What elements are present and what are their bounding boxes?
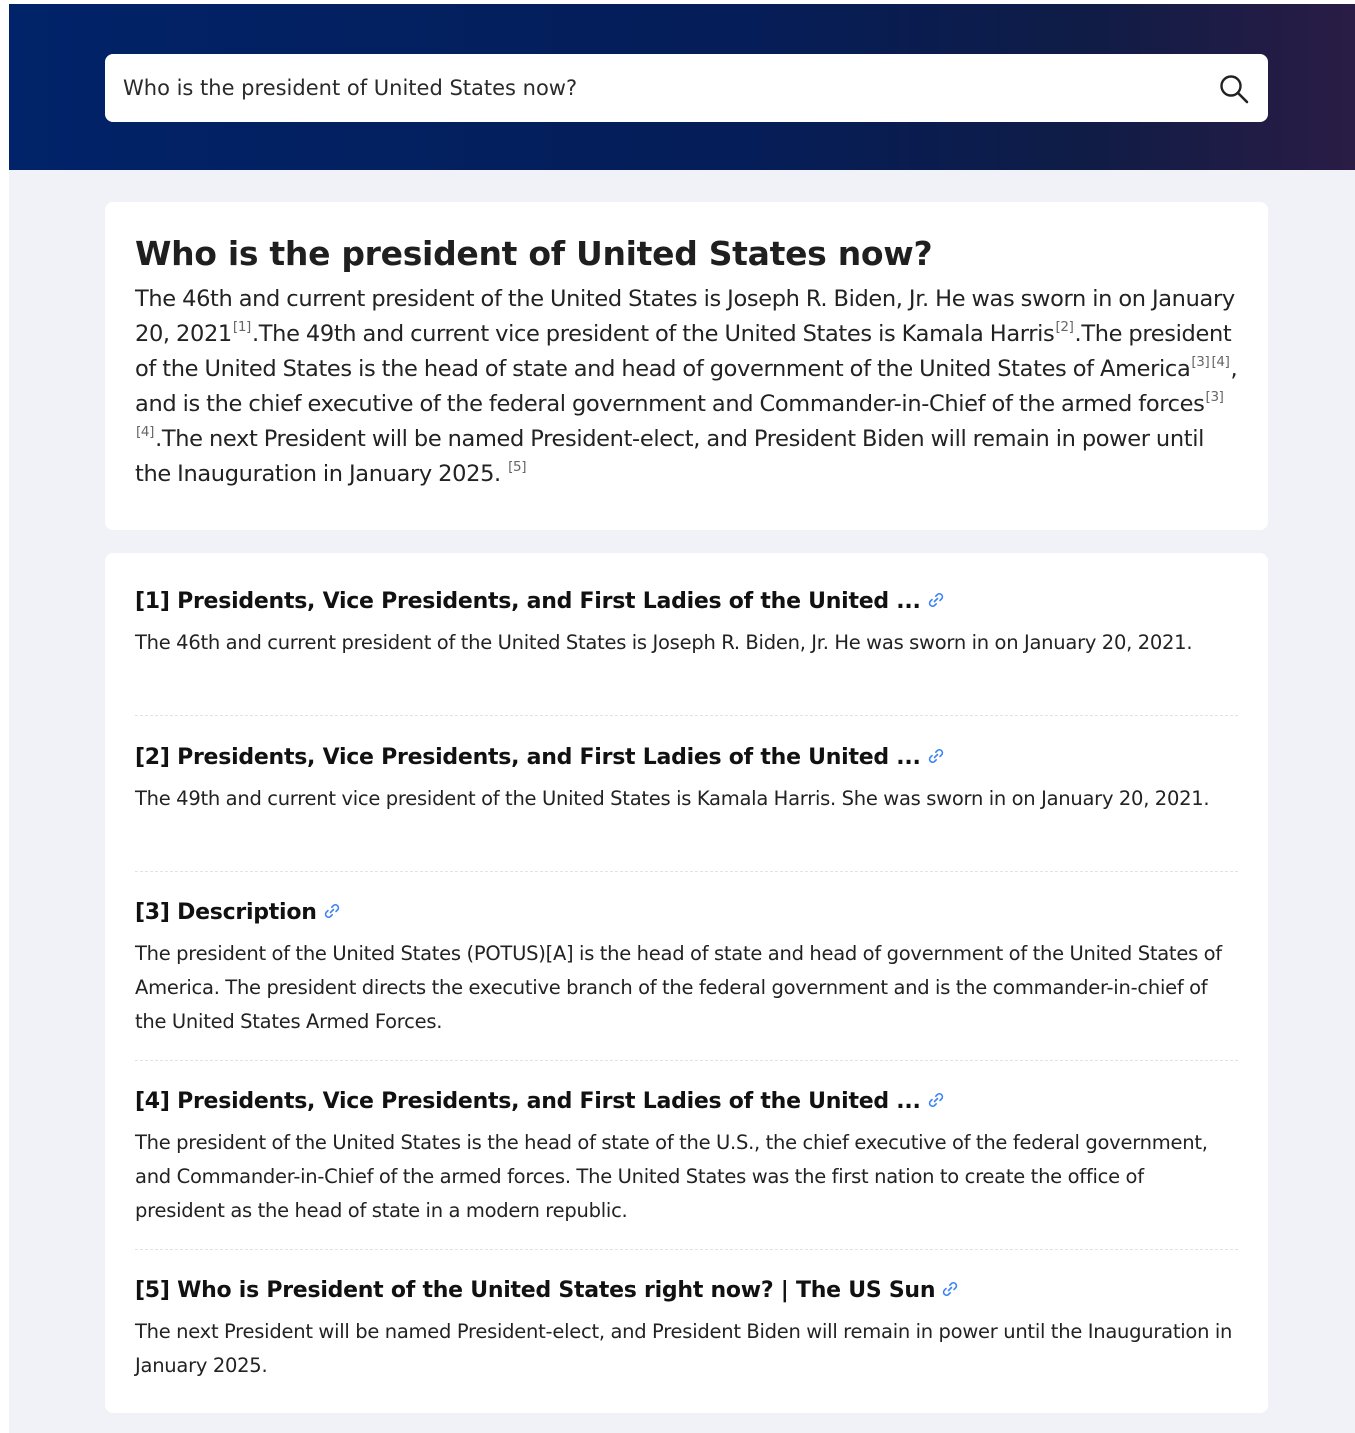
citation-marker[interactable]: [3] bbox=[1206, 389, 1224, 405]
source-snippet: The president of the United States is th… bbox=[135, 1131, 1208, 1222]
divider bbox=[135, 1060, 1238, 1061]
source-snippet: The 49th and current vice president of t… bbox=[135, 787, 1210, 810]
source-title: [2] Presidents, Vice Presidents, and Fir… bbox=[135, 742, 1238, 774]
citation-marker[interactable]: [4] bbox=[1211, 354, 1229, 370]
sources-card: [1] Presidents, Vice Presidents, and Fir… bbox=[105, 553, 1268, 1413]
link-icon[interactable] bbox=[926, 1090, 946, 1110]
citation-marker[interactable]: [4] bbox=[136, 424, 154, 440]
citation-marker[interactable]: [3] bbox=[1191, 354, 1209, 370]
source-snippet: The 46th and current president of the Un… bbox=[135, 631, 1193, 654]
citation-marker[interactable]: [1] bbox=[233, 319, 251, 335]
answer-text: The 46th and current president of the Un… bbox=[135, 282, 1238, 492]
answer-text-segment: .The 49th and current vice president of … bbox=[251, 321, 1055, 347]
link-icon[interactable] bbox=[940, 1279, 960, 1299]
search-header bbox=[9, 4, 1355, 170]
source-title-text: [5] Who is President of the United State… bbox=[135, 1278, 936, 1303]
search-icon[interactable] bbox=[1218, 73, 1250, 105]
answer-card: Who is the president of United States no… bbox=[105, 202, 1268, 530]
citation-marker[interactable]: [5] bbox=[508, 459, 526, 475]
search-input[interactable] bbox=[123, 54, 1203, 122]
search-bar[interactable] bbox=[105, 54, 1268, 122]
source-title: [4] Presidents, Vice Presidents, and Fir… bbox=[135, 1086, 1238, 1118]
answer-text-segment: .The next President will be named Presid… bbox=[135, 426, 1205, 487]
page: Who is the president of United States no… bbox=[9, 4, 1355, 1433]
answer-title: Who is the president of United States no… bbox=[135, 234, 933, 273]
citation-marker[interactable]: [2] bbox=[1055, 319, 1073, 335]
source-title: [3] Description bbox=[135, 897, 1238, 929]
source-title: [5] Who is President of the United State… bbox=[135, 1275, 1238, 1307]
source-snippet: The president of the United States (POTU… bbox=[135, 942, 1222, 1033]
source-title-text: [2] Presidents, Vice Presidents, and Fir… bbox=[135, 745, 921, 770]
source-item: [5] Who is President of the United State… bbox=[135, 1275, 1238, 1383]
source-snippet: The next President will be named Preside… bbox=[135, 1320, 1233, 1377]
source-title-text: [3] Description bbox=[135, 900, 317, 925]
source-item: [4] Presidents, Vice Presidents, and Fir… bbox=[135, 1086, 1238, 1228]
source-title: [1] Presidents, Vice Presidents, and Fir… bbox=[135, 586, 1238, 618]
divider bbox=[135, 871, 1238, 872]
source-item: [3] Description The president of the Uni… bbox=[135, 897, 1238, 1039]
source-title-text: [4] Presidents, Vice Presidents, and Fir… bbox=[135, 1089, 921, 1114]
link-icon[interactable] bbox=[322, 901, 342, 921]
source-item: [2] Presidents, Vice Presidents, and Fir… bbox=[135, 742, 1238, 816]
source-title-text: [1] Presidents, Vice Presidents, and Fir… bbox=[135, 589, 921, 614]
link-icon[interactable] bbox=[926, 746, 946, 766]
link-icon[interactable] bbox=[926, 590, 946, 610]
divider bbox=[135, 1249, 1238, 1250]
divider bbox=[135, 715, 1238, 716]
source-item: [1] Presidents, Vice Presidents, and Fir… bbox=[135, 586, 1238, 660]
